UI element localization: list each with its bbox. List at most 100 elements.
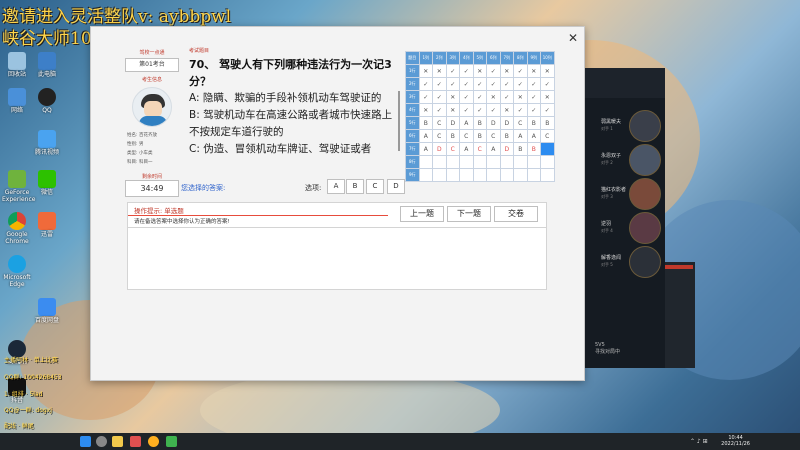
desktop-icon-qq[interactable]: QQ bbox=[32, 88, 62, 114]
champion-slot[interactable]: 解香逸闻 对手 5 bbox=[589, 246, 661, 282]
grid-cell[interactable]: C bbox=[432, 116, 447, 130]
grid-cell[interactable]: ✓ bbox=[459, 90, 474, 104]
grid-cell[interactable]: ✓ bbox=[526, 90, 541, 104]
desktop-icon-this-pc[interactable]: 此电脑 bbox=[32, 52, 62, 78]
next-question-button[interactable]: 下一题 bbox=[447, 206, 491, 222]
grid-cell[interactable] bbox=[472, 168, 487, 182]
champion-slot[interactable]: 弱黑暖夫 对手 1 bbox=[589, 110, 661, 146]
search-icon[interactable] bbox=[96, 436, 107, 447]
grid-cell[interactable]: ✓ bbox=[472, 77, 487, 91]
grid-cell[interactable]: ✓ bbox=[459, 103, 474, 117]
grid-cell[interactable]: D bbox=[445, 116, 460, 130]
grid-cell[interactable]: D bbox=[432, 142, 447, 156]
grid-cell[interactable] bbox=[459, 168, 474, 182]
desktop-icon-chrome[interactable]: Google Chrome bbox=[2, 212, 32, 245]
grid-cell[interactable]: ✕ bbox=[472, 64, 487, 78]
close-icon[interactable]: ✕ bbox=[568, 31, 578, 45]
grid-cell[interactable]: A bbox=[418, 129, 433, 143]
answer-d-button[interactable]: D bbox=[387, 179, 405, 194]
desktop-icon-network[interactable]: 网络 bbox=[2, 88, 32, 114]
grid-cell[interactable]: ✓ bbox=[526, 77, 541, 91]
grid-cell[interactable]: B bbox=[472, 129, 487, 143]
grid-cell[interactable]: ✕ bbox=[513, 90, 528, 104]
grid-cell[interactable]: C bbox=[432, 129, 447, 143]
desktop-icon-wechat[interactable]: 微信 bbox=[32, 170, 62, 196]
grid-cell[interactable] bbox=[499, 168, 514, 182]
grid-cell[interactable]: B bbox=[472, 116, 487, 130]
submit-exam-button[interactable]: 交卷 bbox=[494, 206, 538, 222]
desktop-icon-edge[interactable]: Microsoft Edge bbox=[2, 255, 32, 288]
grid-cell[interactable] bbox=[418, 155, 433, 169]
grid-cell[interactable]: ✓ bbox=[459, 77, 474, 91]
grid-cell[interactable]: ✕ bbox=[445, 103, 460, 117]
grid-cell[interactable]: C bbox=[459, 129, 474, 143]
grid-cell[interactable]: C bbox=[513, 116, 528, 130]
grid-cell[interactable]: B bbox=[513, 142, 528, 156]
grid-cell[interactable] bbox=[418, 168, 433, 182]
grid-cell[interactable]: D bbox=[499, 116, 514, 130]
grid-cell[interactable]: ✓ bbox=[486, 64, 501, 78]
grid-cell[interactable]: ✓ bbox=[472, 103, 487, 117]
grid-cell[interactable]: B bbox=[499, 129, 514, 143]
grid-cell[interactable] bbox=[472, 155, 487, 169]
grid-cell[interactable]: A bbox=[526, 129, 541, 143]
grid-cell[interactable]: ✓ bbox=[445, 64, 460, 78]
grid-cell[interactable]: ✓ bbox=[513, 103, 528, 117]
grid-cell[interactable]: ✕ bbox=[540, 90, 555, 104]
grid-cell[interactable]: C bbox=[486, 129, 501, 143]
grid-cell[interactable]: D bbox=[486, 116, 501, 130]
grid-cell[interactable] bbox=[445, 155, 460, 169]
clock[interactable]: 10:44 2022/11/26 bbox=[721, 435, 750, 447]
grid-cell[interactable]: ✓ bbox=[432, 103, 447, 117]
grid-cell[interactable] bbox=[486, 155, 501, 169]
grid-cell[interactable]: ✕ bbox=[418, 103, 433, 117]
grid-cell[interactable]: A bbox=[459, 142, 474, 156]
grid-cell[interactable]: ✓ bbox=[445, 77, 460, 91]
grid-cell[interactable]: B bbox=[526, 116, 541, 130]
grid-cell[interactable]: ✓ bbox=[472, 90, 487, 104]
grid-cell[interactable]: ✓ bbox=[486, 103, 501, 117]
grid-cell[interactable]: ✓ bbox=[499, 90, 514, 104]
answer-a-button[interactable]: A bbox=[327, 179, 345, 194]
app-icon[interactable] bbox=[166, 436, 177, 447]
grid-cell[interactable]: ✓ bbox=[540, 77, 555, 91]
answer-c-button[interactable]: C bbox=[366, 179, 384, 194]
desktop-icon-xunlei[interactable]: 迅雷 bbox=[32, 212, 62, 238]
desktop-icon-tencent-video[interactable]: 腾讯视频 bbox=[32, 130, 62, 156]
grid-cell[interactable]: B bbox=[445, 129, 460, 143]
champion-slot[interactable]: 逆羽 对手 4 bbox=[589, 212, 661, 248]
grid-cell[interactable]: ✕ bbox=[540, 64, 555, 78]
grid-cell[interactable]: ✓ bbox=[418, 90, 433, 104]
grid-cell[interactable] bbox=[499, 155, 514, 169]
grid-cell[interactable]: ✕ bbox=[445, 90, 460, 104]
grid-cell[interactable]: ✕ bbox=[526, 64, 541, 78]
grid-cell[interactable] bbox=[432, 155, 447, 169]
grid-cell[interactable]: ✓ bbox=[418, 77, 433, 91]
grid-cell[interactable]: ✓ bbox=[513, 64, 528, 78]
question-scrollbar[interactable] bbox=[398, 91, 400, 151]
champion-slot[interactable]: 永恩双子 对手 2 bbox=[589, 144, 661, 180]
app-icon[interactable] bbox=[112, 436, 123, 447]
grid-cell[interactable]: A bbox=[513, 129, 528, 143]
grid-cell[interactable]: ✕ bbox=[486, 90, 501, 104]
grid-cell[interactable]: ✓ bbox=[486, 77, 501, 91]
grid-cell[interactable]: B bbox=[526, 142, 541, 156]
app-icon[interactable] bbox=[130, 436, 141, 447]
grid-cell[interactable] bbox=[540, 142, 555, 156]
grid-cell[interactable]: ✓ bbox=[459, 64, 474, 78]
grid-cell[interactable] bbox=[459, 155, 474, 169]
grid-cell[interactable]: ✕ bbox=[432, 64, 447, 78]
grid-cell[interactable] bbox=[513, 155, 528, 169]
grid-cell[interactable] bbox=[432, 168, 447, 182]
grid-cell[interactable]: B bbox=[540, 116, 555, 130]
grid-cell[interactable] bbox=[526, 168, 541, 182]
grid-cell[interactable] bbox=[540, 155, 555, 169]
tray-icons[interactable]: ⌃ ♪ ⊞ bbox=[690, 438, 708, 445]
grid-cell[interactable]: ✓ bbox=[540, 103, 555, 117]
grid-cell[interactable]: B bbox=[418, 116, 433, 130]
desktop-icon-geforce[interactable]: GeForce Experience bbox=[2, 170, 35, 203]
champion-slot[interactable]: 猫红衣影者 对手 3 bbox=[589, 178, 661, 214]
grid-cell[interactable]: ✕ bbox=[499, 103, 514, 117]
grid-cell[interactable] bbox=[526, 155, 541, 169]
grid-cell[interactable]: ✓ bbox=[526, 103, 541, 117]
